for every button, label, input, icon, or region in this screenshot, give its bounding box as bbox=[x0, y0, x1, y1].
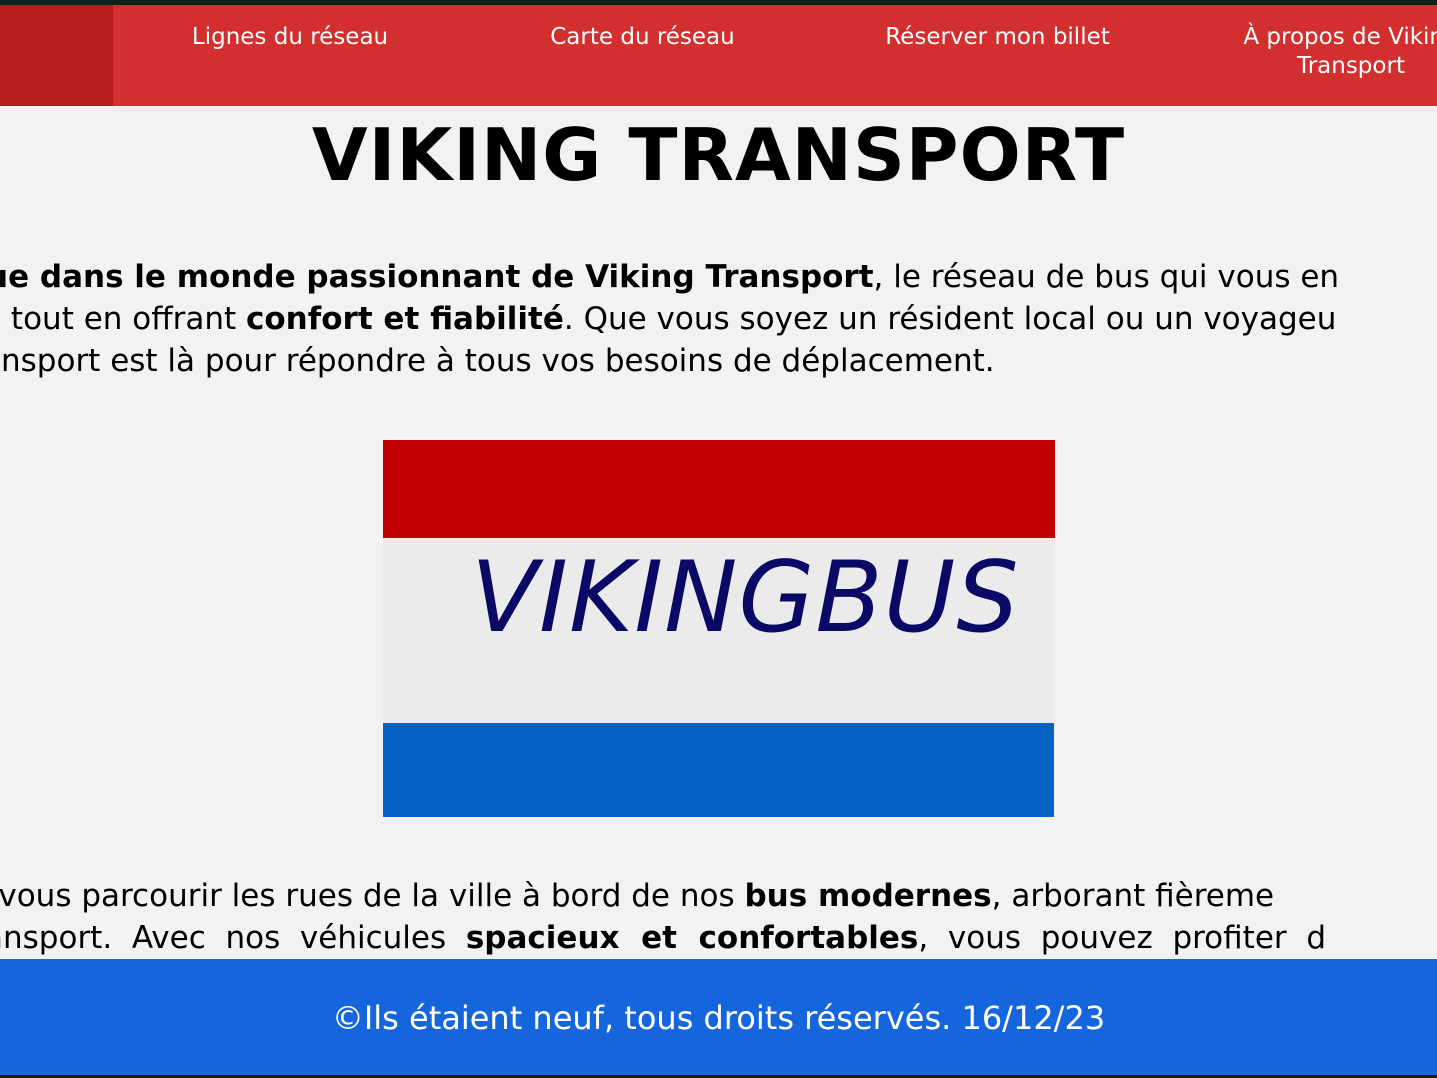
second-bold-text: bus modernes bbox=[744, 878, 992, 914]
intro-bold-text: confort et fiabilité bbox=[246, 301, 564, 337]
second-line-1: -vous parcourir les rues de la ville à b… bbox=[0, 875, 1326, 917]
navbar: Lignes du réseau Carte du réseau Réserve… bbox=[0, 5, 1437, 106]
nav-link-carte[interactable]: Carte du réseau bbox=[520, 23, 765, 52]
logo-red-band bbox=[383, 440, 1055, 538]
footer: ©Ils étaient neuf, tous droits réservés.… bbox=[0, 959, 1437, 1078]
second-text: , arborant fièreme bbox=[991, 878, 1275, 914]
intro-line-3: ansport est là pour répondre à tous vos … bbox=[0, 340, 1339, 382]
logo-text: VIKINGBUS bbox=[471, 541, 1020, 655]
intro-line-2: e tout en offrant confort et fiabilité. … bbox=[0, 298, 1339, 340]
nav-home-block[interactable] bbox=[0, 5, 113, 106]
second-text: ansport. Avec nos véhicules bbox=[0, 920, 466, 956]
intro-text: , le réseau de bus qui vous en bbox=[873, 259, 1340, 295]
vikingbus-logo-image: VIKINGBUS bbox=[383, 440, 1055, 817]
second-paragraph: -vous parcourir les rues de la ville à b… bbox=[0, 875, 1326, 959]
second-bold-text: spacieux et confortables bbox=[465, 920, 919, 956]
nav-link-reserver[interactable]: Réserver mon billet bbox=[870, 23, 1125, 52]
intro-text: . Que vous soyez un résident local ou un… bbox=[563, 301, 1337, 337]
intro-text: ansport est là pour répondre à tous vos … bbox=[0, 343, 995, 379]
intro-bold-text: ue dans le monde passionnant de Viking T… bbox=[0, 259, 874, 295]
nav-link-lignes[interactable]: Lignes du réseau bbox=[170, 23, 410, 52]
footer-copyright: ©Ils étaient neuf, tous droits réservés.… bbox=[331, 999, 1106, 1037]
second-text: , vous pouvez profiter d bbox=[918, 920, 1327, 956]
intro-text: e tout en offrant bbox=[0, 301, 246, 337]
second-line-2: ansport. Avec nos véhicules spacieux et … bbox=[0, 917, 1326, 959]
second-text: -vous parcourir les rues de la ville à b… bbox=[0, 878, 745, 914]
logo-blue-band bbox=[383, 723, 1054, 817]
intro-paragraph: ue dans le monde passionnant de Viking T… bbox=[0, 256, 1339, 382]
intro-line-1: ue dans le monde passionnant de Viking T… bbox=[0, 256, 1339, 298]
nav-link-a-propos[interactable]: À propos de Viking Transport bbox=[1220, 23, 1437, 81]
page-title: VIKING TRANSPORT bbox=[311, 113, 1126, 197]
